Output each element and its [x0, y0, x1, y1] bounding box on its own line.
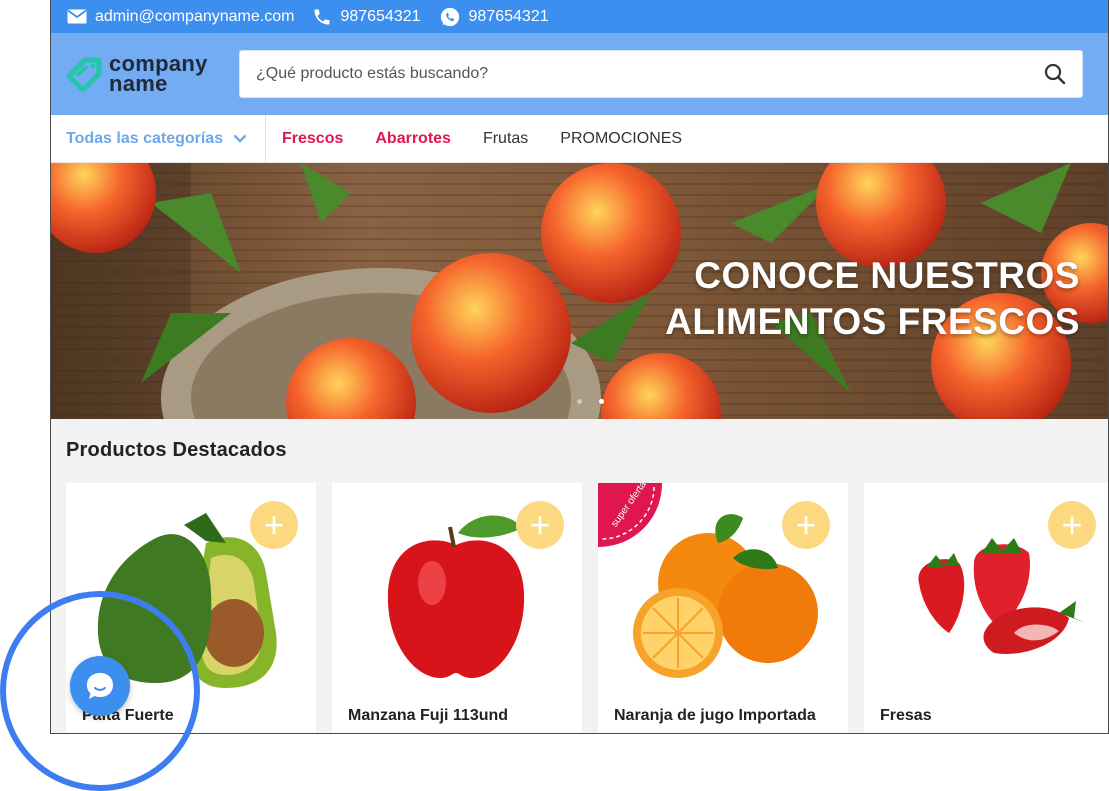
banner-line-2: ALIMENTOS FRESCOS: [665, 301, 1080, 342]
chat-button[interactable]: [70, 656, 130, 716]
product-name: Fresas: [880, 707, 932, 724]
section-title: Productos Destacados: [66, 439, 287, 461]
search-bar: [239, 50, 1083, 98]
chat-bubble-icon: [87, 673, 113, 699]
contact-bar: admin@companyname.com 987654321 98765432…: [51, 0, 1108, 33]
nav-link-frutas[interactable]: Frutas: [483, 130, 528, 148]
product-name: Manzana Fuji 113und: [348, 707, 509, 724]
email-link[interactable]: admin@companyname.com: [67, 8, 294, 26]
main-nav: Todas las categorías Frescos Abarrotes F…: [51, 114, 1108, 163]
add-to-cart-button[interactable]: +: [250, 501, 298, 549]
search-input[interactable]: [256, 65, 1016, 83]
banner-headline: CONOCE NUESTROS ALIMENTOS FRESCOS: [665, 253, 1080, 345]
whatsapp-link[interactable]: 987654321: [439, 6, 549, 28]
product-name: Naranja de jugo Importada: [614, 707, 816, 724]
phone-text: 987654321: [340, 7, 421, 25]
phone-icon: [314, 9, 330, 24]
browser-viewport: admin@companyname.com 987654321 98765432…: [50, 0, 1109, 734]
search-icon[interactable]: [1044, 63, 1066, 85]
nav-link-abarrotes[interactable]: Abarrotes: [375, 130, 451, 148]
phone-link[interactable]: 987654321: [312, 7, 421, 27]
add-to-cart-button[interactable]: +: [1048, 501, 1096, 549]
add-to-cart-button[interactable]: +: [516, 501, 564, 549]
carousel-dot-1[interactable]: [577, 399, 582, 404]
company-logo[interactable]: company name: [65, 53, 239, 96]
carousel-dot-2[interactable]: [599, 399, 604, 404]
add-to-cart-button[interactable]: +: [782, 501, 830, 549]
whatsapp-icon: [440, 7, 459, 26]
product-card[interactable]: + Manzana Fuji 113und: [332, 483, 582, 733]
product-card[interactable]: super oferta + Naranja de jugo Importada: [598, 483, 848, 733]
logo-line-2: name: [109, 71, 168, 96]
categories-dropdown[interactable]: Todas las categorías: [51, 114, 266, 163]
email-text: admin@companyname.com: [95, 7, 295, 25]
whatsapp-text: 987654321: [468, 7, 549, 25]
product-card[interactable]: + Fresas: [864, 483, 1108, 733]
nav-link-promociones[interactable]: PROMOCIONES: [560, 130, 682, 148]
tag-logo-icon: [66, 57, 102, 93]
mail-icon: [67, 9, 87, 24]
hero-banner[interactable]: CONOCE NUESTROS ALIMENTOS FRESCOS: [51, 163, 1108, 419]
banner-line-1: CONOCE NUESTROS: [694, 255, 1080, 296]
nav-link-frescos[interactable]: Frescos: [282, 130, 343, 148]
categories-label: Todas las categorías: [66, 129, 224, 147]
product-grid: + Palta Fuerte + Manzana Fuji 113und sup…: [51, 483, 1108, 733]
site-header: company name: [51, 33, 1108, 115]
chevron-down-icon: [233, 134, 247, 143]
logo-text: company name: [109, 53, 208, 96]
